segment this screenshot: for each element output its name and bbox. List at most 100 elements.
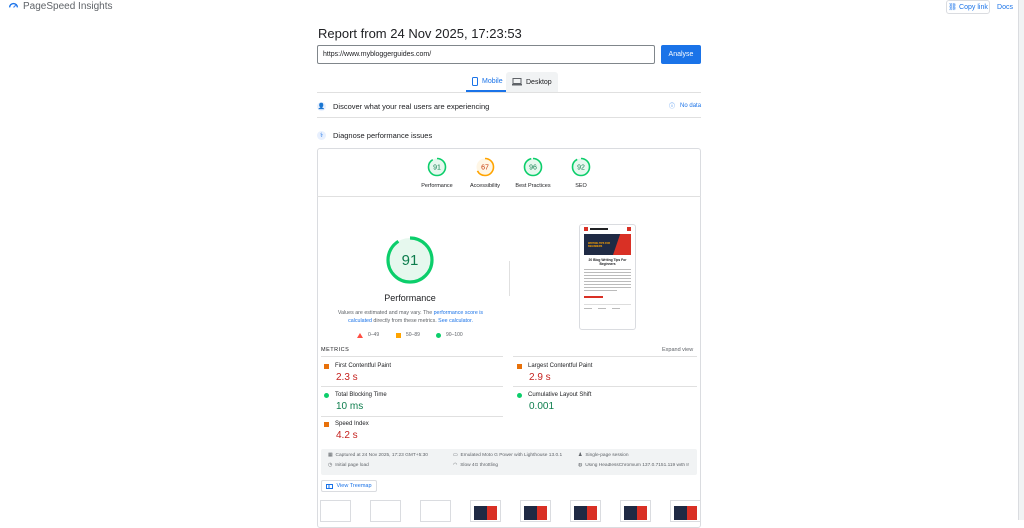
score-value: 67	[481, 165, 489, 172]
legend-average-label: 50–89	[406, 332, 420, 338]
filmstrip-frame	[520, 500, 551, 522]
no-data-indicator: ⓘ No data	[669, 101, 701, 111]
legend-fail-label: 0–49	[368, 332, 380, 338]
device-icon: ▭	[453, 453, 458, 458]
score-gauge-icon: 91	[427, 157, 447, 177]
diagnose-section: ⚕ Diagnose performance issues	[317, 126, 701, 144]
score-label: Accessibility	[470, 183, 500, 189]
pass-circle-icon	[324, 392, 329, 398]
filmstrip-frame	[570, 500, 601, 522]
score-performance[interactable]: 91 Performance	[417, 157, 457, 189]
section-divider	[317, 117, 701, 118]
score-label: Best Practices	[515, 183, 551, 189]
calendar-icon: ▦	[328, 453, 333, 458]
metric-name: Cumulative Layout Shift	[528, 392, 592, 398]
metric-speed-index: Speed Index 4.2 s	[324, 421, 504, 441]
discover-section[interactable]: 👤 Discover what your real users are expe…	[317, 97, 701, 115]
copy-link-label: Copy link	[959, 3, 988, 11]
score-gauge-icon: 96	[523, 157, 543, 177]
docs-link[interactable]: Docs	[993, 0, 1017, 14]
legend-pass-label: 90–100	[446, 332, 463, 338]
score-value: 92	[577, 165, 585, 172]
diagnose-heading: Diagnose performance issues	[333, 130, 433, 140]
filmstrip-frame	[420, 500, 451, 522]
performance-title: Performance	[384, 293, 436, 303]
metric-value: 2.9 s	[529, 372, 551, 383]
tabs-divider	[317, 92, 701, 93]
initial-load-info: ◷ Initial page load	[328, 463, 369, 468]
filmstrip-frame	[670, 500, 701, 522]
metric-value: 10 ms	[336, 401, 364, 412]
metric-cls: Cumulative Layout Shift 0.001	[517, 392, 697, 412]
thumb-banner: WRITING TIPS FOR BEGINNERS	[584, 234, 631, 255]
note-text: Values are estimated and may vary. The	[337, 310, 434, 316]
filmstrip-frame	[320, 500, 351, 522]
metrics-heading: METRICS	[321, 347, 350, 353]
person-icon: ♟	[578, 453, 583, 458]
metric-divider	[513, 356, 697, 357]
copy-link-button[interactable]: ⛓ Copy link	[946, 0, 990, 14]
thumb-logo-text	[590, 228, 608, 230]
mobile-icon	[472, 76, 478, 86]
note-text: directly from these metrics.	[371, 318, 439, 324]
triangle-icon	[357, 332, 363, 338]
square-icon	[396, 332, 401, 338]
view-treemap-button[interactable]: View Treemap	[321, 480, 377, 492]
browser-text: Using HeadlessChromium 137.0.7151.119 wi…	[585, 463, 690, 468]
window-edge	[1018, 0, 1024, 520]
top-bar: PageSpeed Insights ⛓ Copy link Docs	[0, 0, 1024, 14]
browser-info: ◍ Using HeadlessChromium 137.0.7151.119 w…	[578, 463, 694, 468]
wifi-icon: ◠	[453, 463, 458, 468]
score-value: 96	[529, 165, 537, 172]
metric-lcp: Largest Contentful Paint 2.9 s	[517, 363, 697, 383]
emulated-text: Emulated Moto G Power with Lighthouse 13…	[460, 453, 563, 458]
thumb-body-lines	[584, 269, 631, 309]
page-screenshot-thumbnail[interactable]: WRITING TIPS FOR BEGINNERS 20 Blog Writi…	[579, 224, 636, 330]
tab-desktop-label: Desktop	[526, 78, 552, 86]
emulated-info: ▭ Emulated Moto G Power with Lighthouse 1…	[453, 453, 562, 458]
pagespeed-logo-icon[interactable]	[8, 1, 19, 12]
treemap-icon	[326, 483, 334, 489]
metric-value: 0.001	[529, 401, 555, 412]
globe-icon: ◍	[578, 463, 583, 468]
score-accessibility[interactable]: 67 Accessibility	[465, 157, 505, 189]
timer-icon: ◷	[328, 463, 333, 468]
tab-desktop[interactable]: Desktop	[506, 72, 558, 92]
score-label: Performance	[421, 183, 453, 189]
scores-divider	[317, 196, 701, 197]
tab-mobile-label: Mobile	[482, 77, 503, 85]
score-seo[interactable]: 92 SEO	[561, 157, 601, 189]
performance-note: Values are estimated and may vary. The p…	[333, 309, 488, 325]
analyse-button[interactable]: Analyse	[661, 45, 701, 64]
captured-info: ▦ Captured at 24 Nov 2025, 17:23 GMT+5:30	[328, 453, 428, 458]
average-square-icon	[517, 363, 522, 369]
thumb-logo-icon	[584, 227, 588, 231]
filmstrip-frame	[470, 500, 501, 522]
page-title: Report from 24 Nov 2025, 17:23:53	[318, 26, 522, 41]
filmstrip-frame	[370, 500, 401, 522]
legend-pass: 90–100	[436, 332, 463, 338]
users-icon: 👤	[317, 101, 326, 111]
score-label: SEO	[575, 183, 587, 189]
metric-divider	[321, 386, 503, 387]
metric-tbt: Total Blocking Time 10 ms	[324, 392, 504, 412]
metric-name: First Contentful Paint	[335, 363, 392, 369]
link-icon: ⛓	[948, 4, 958, 11]
tab-mobile[interactable]: Mobile	[466, 72, 509, 92]
thumb-headline: 20 Blog Writing Tips For Beginners	[588, 258, 627, 266]
discover-heading: Discover what your real users are experi…	[333, 101, 490, 111]
url-input[interactable]: https://www.mybloggerguides.com/	[317, 45, 655, 64]
throttling-info: ◠ Slow 4G throttling	[453, 463, 498, 468]
brand-title[interactable]: PageSpeed Insights	[23, 1, 113, 12]
score-value: 91	[433, 165, 441, 172]
thumb-menu-icon	[627, 227, 631, 231]
metric-divider	[513, 386, 697, 387]
legend-fail: 0–49	[357, 332, 379, 338]
metric-name: Total Blocking Time	[335, 392, 387, 398]
metric-value: 4.2 s	[336, 430, 358, 441]
see-calculator-link[interactable]: See calculator.	[438, 318, 473, 324]
expand-view-toggle[interactable]: Expand view	[662, 347, 693, 353]
score-best-practices[interactable]: 96 Best Practices	[513, 157, 553, 189]
metric-name: Largest Contentful Paint	[528, 363, 593, 369]
performance-score: 91	[402, 252, 419, 269]
